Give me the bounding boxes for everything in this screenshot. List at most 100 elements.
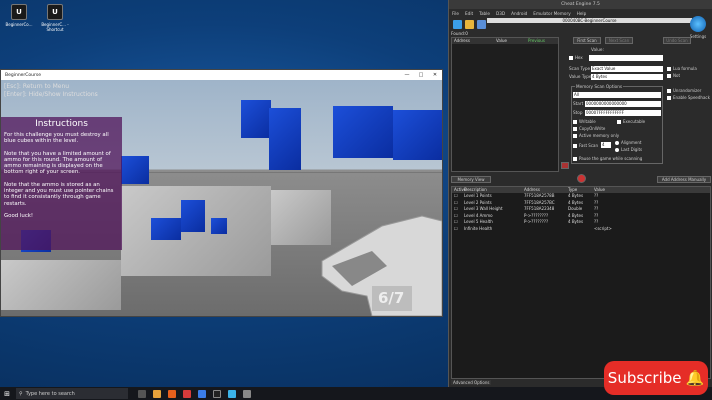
active-checkbox[interactable]: ☐ (452, 226, 464, 233)
unreal-taskbar-icon[interactable] (213, 389, 221, 398)
stop-address-input[interactable]: 00007FFFFFFFFFFF (585, 110, 661, 116)
not-checkbox[interactable]: Not (667, 73, 680, 78)
advanced-options-button[interactable]: Advanced Options (451, 380, 492, 385)
unrandomizer-checkbox[interactable]: Unrandomizer (667, 88, 701, 93)
add-address-button[interactable]: Add Address Manually (657, 176, 711, 183)
memory-region-select[interactable]: All (573, 92, 661, 98)
fast-scan-input[interactable]: 4 (601, 142, 611, 148)
search-placeholder: Type here to search (25, 390, 75, 397)
open-table-icon[interactable] (465, 20, 474, 29)
scan-type-select[interactable]: Exact Value (591, 66, 663, 72)
ce-menubar: File Edit Table D3D Android Emulator Mem… (449, 9, 712, 17)
stop-icon[interactable] (577, 174, 586, 183)
hint-return-menu: [Esc]: Return to Menu (4, 83, 70, 90)
row-value: <script> (594, 225, 612, 231)
value-label: Value: (591, 47, 604, 52)
app-icon[interactable] (183, 389, 191, 398)
file-explorer-icon[interactable] (153, 389, 161, 398)
col-value[interactable]: Value (494, 38, 526, 44)
search-icon: ⚲ (19, 390, 23, 397)
cheat-engine-taskbar-icon[interactable] (228, 389, 236, 398)
player-gun (321, 215, 442, 316)
blue-cube (241, 100, 271, 138)
pause-game-checkbox[interactable]: Pause the game while scanning (573, 156, 642, 161)
pointer-scan-icon[interactable] (561, 162, 569, 169)
game-window-title: BeginnerCourse (5, 72, 41, 78)
menu-file[interactable]: File (452, 11, 459, 16)
maximize-icon[interactable]: □ (414, 72, 428, 78)
close-icon[interactable]: ✕ (428, 72, 442, 78)
copy-on-write-checkbox[interactable]: CopyOnWrite (573, 126, 605, 131)
menu-help[interactable]: Help (577, 11, 587, 16)
menu-d3d[interactable]: D3D (496, 11, 505, 16)
game-titlebar[interactable]: BeginnerCourse — □ ✕ (1, 70, 442, 80)
first-scan-button[interactable]: First Scan (573, 37, 601, 44)
memory-scan-options-label: Memory Scan Options (575, 84, 624, 89)
desktop-shortcut-beginner-course[interactable]: U BeginnerCo... (2, 4, 36, 27)
found-count: Found:0 (451, 31, 468, 36)
menu-android[interactable]: Android (511, 11, 527, 16)
lua-formula-checkbox[interactable]: Lua formula (667, 66, 697, 71)
open-process-icon[interactable] (453, 20, 462, 29)
desktop-shortcut-beginner-course-2[interactable]: U BeginnerC... - Shortcut (38, 4, 72, 32)
edge-icon[interactable] (198, 389, 206, 398)
menu-table[interactable]: Table (479, 11, 490, 16)
writable-checkbox[interactable]: Writable (573, 119, 596, 124)
table-row[interactable]: ☐ Infinite Health <script> (452, 226, 710, 233)
app-icon[interactable] (243, 389, 251, 398)
last-digits-radio[interactable]: Last Digits (615, 147, 642, 152)
ammo-counter: 6/7 (378, 289, 405, 307)
hex-checkbox[interactable]: Hex (569, 55, 583, 60)
col-address[interactable]: Address (452, 38, 494, 44)
address-table[interactable]: Active Description Address Type Value ☐ … (451, 186, 711, 379)
start-label: Start (573, 101, 584, 106)
unreal-icon: U (11, 4, 27, 20)
stop-label: Stop (573, 110, 583, 115)
next-scan-button[interactable]: Next Scan (605, 37, 633, 44)
instructions-panel: Instructions For this challenge you must… (1, 117, 122, 250)
menu-edit[interactable]: Edit (465, 11, 473, 16)
row-type (568, 226, 594, 233)
minimize-icon[interactable]: — (400, 72, 414, 78)
cheat-engine-window[interactable]: Cheat Engine 7.5 File Edit Table D3D And… (448, 0, 712, 390)
value-input[interactable] (589, 55, 663, 61)
scan-type-label: Scan Type (569, 66, 591, 71)
blue-cube (333, 106, 393, 158)
desktop-shortcut-label: BeginnerC... - Shortcut (41, 22, 69, 32)
instructions-paragraph: For this challenge you must destroy all … (4, 132, 109, 145)
taskbar-search[interactable]: ⚲ Type here to search (16, 388, 128, 399)
ce-logo-settings[interactable]: Settings (688, 16, 708, 40)
speedhack-checkbox[interactable]: Enable Speedhack (667, 95, 710, 100)
ce-titlebar: Cheat Engine 7.5 (449, 0, 712, 9)
task-view-icon[interactable] (138, 389, 146, 398)
blue-cube (393, 110, 442, 160)
active-memory-checkbox[interactable]: Active memory only (573, 133, 619, 138)
col-previous[interactable]: Previous (526, 38, 556, 44)
taskbar-apps (138, 389, 251, 398)
alignment-radio[interactable]: Alignment (615, 140, 642, 145)
menu-emulator-memory[interactable]: Emulator Memory (533, 11, 570, 16)
grey-wall (1, 260, 121, 310)
windows-start-icon[interactable]: ⊞ (0, 387, 14, 400)
row-address (524, 226, 568, 233)
blue-cube (121, 156, 149, 184)
save-icon[interactable] (477, 20, 486, 29)
undo-scan-button[interactable]: Undo Scan (663, 37, 691, 44)
memory-view-button[interactable]: Memory View (451, 176, 491, 183)
game-window[interactable]: BeginnerCourse — □ ✕ [Esc]: Return to Me… (0, 69, 443, 317)
game-viewport[interactable]: [Esc]: Return to Menu [Enter]: Hide/Show… (1, 80, 442, 316)
hint-toggle-instructions: [Enter]: Hide/Show Instructions (4, 91, 98, 98)
value-type-select[interactable]: 4 Bytes (591, 74, 663, 80)
unreal-icon: U (47, 4, 63, 20)
blue-cube (269, 108, 301, 170)
scan-results-list[interactable]: Address Value Previous (451, 37, 559, 172)
fast-scan-checkbox[interactable]: Fast Scan (573, 143, 598, 148)
instructions-title: Instructions (35, 119, 88, 129)
start-address-input[interactable]: 0000000000000000 (585, 101, 661, 107)
instructions-paragraph: Note that the ammo is stored as an integ… (4, 181, 114, 207)
bell-icon: 🔔 (685, 369, 705, 387)
value-type-label: Value Type (569, 74, 592, 79)
firefox-icon[interactable] (168, 389, 176, 398)
executable-checkbox[interactable]: Executable (617, 119, 645, 124)
subscribe-button[interactable]: Subscribe 🔔 (604, 361, 708, 395)
